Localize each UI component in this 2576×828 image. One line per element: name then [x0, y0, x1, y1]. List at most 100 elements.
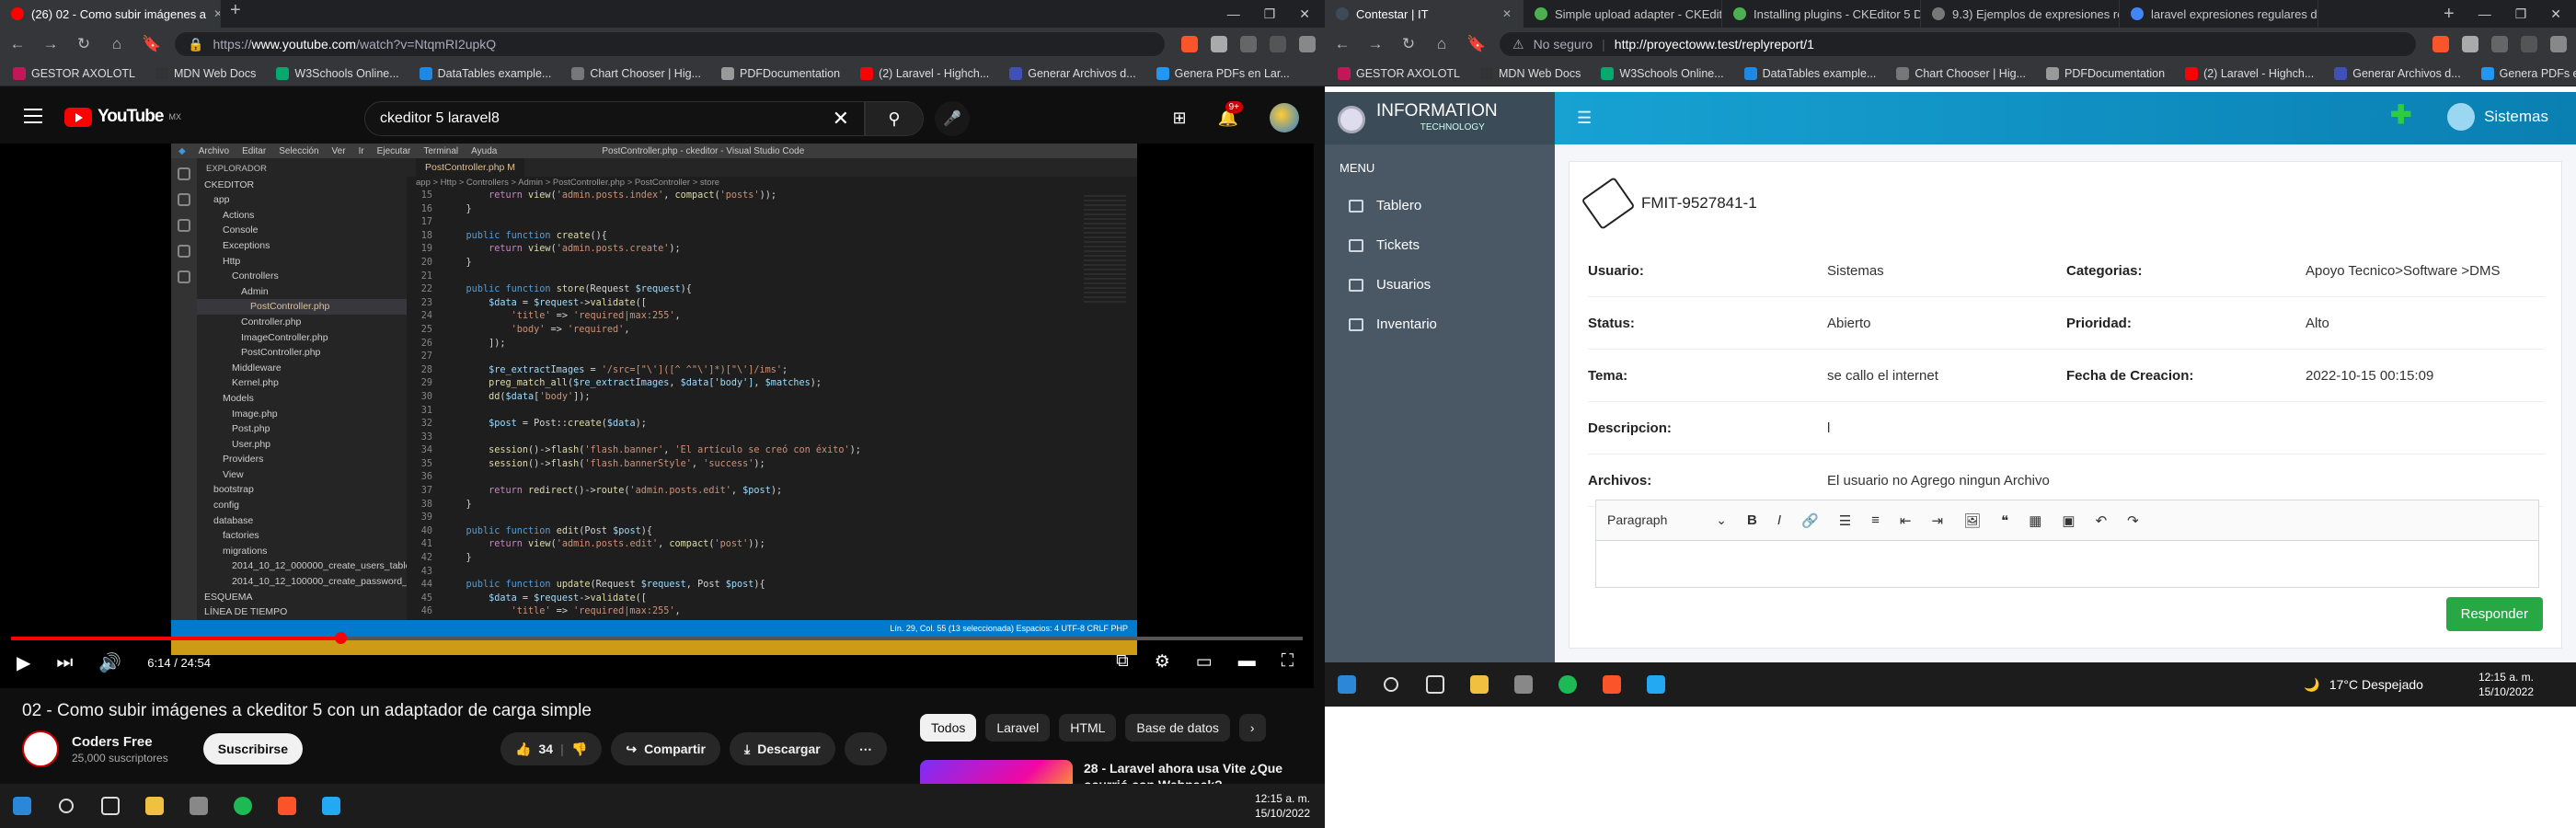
bookmark-item[interactable]: Chart Chooser | Hig... — [571, 66, 701, 80]
bookmark-item[interactable]: MDN Web Docs — [155, 66, 256, 80]
redo-icon[interactable]: ↷ — [2127, 512, 2139, 529]
back-icon[interactable]: ← — [1334, 35, 1351, 53]
spotify-icon[interactable] — [221, 784, 265, 828]
volume-icon[interactable]: 🔊 — [98, 651, 121, 674]
bold-icon[interactable]: B — [1747, 512, 1757, 528]
italic-icon[interactable]: I — [1777, 512, 1781, 528]
menu-icon[interactable] — [2550, 36, 2567, 52]
filter-chip[interactable]: HTML — [1059, 714, 1117, 742]
new-tab-button[interactable]: + — [2434, 4, 2464, 25]
minimize-icon[interactable]: — — [1227, 6, 1240, 22]
bookmark-item[interactable]: GESTOR AXOLOTL — [1338, 66, 1460, 80]
bookmark-item[interactable]: DataTables example... — [419, 66, 551, 80]
bookmark-item[interactable]: PDFDocumentation — [2045, 66, 2165, 80]
notifications-bell-icon[interactable]: 🔔 9+ — [1218, 100, 1243, 128]
sidebar-item-tickets[interactable]: Tickets — [1325, 225, 1555, 265]
url-field[interactable]: ⚠ No seguro | http://proyectoww.test/rep… — [1500, 32, 2416, 56]
next-icon[interactable]: ⏭ — [56, 652, 73, 673]
settings-app-icon[interactable] — [177, 784, 221, 828]
browser-tab[interactable]: laravel expresiones regulares de p✕ — [2120, 0, 2318, 28]
hamburger-menu-icon[interactable]: ☰ — [1577, 109, 1592, 128]
taskbar-clock[interactable]: 12:15 a. m. 15/10/2022 — [2478, 670, 2576, 699]
theater-icon[interactable]: ▬ — [1238, 651, 1256, 673]
settings-app-icon[interactable] — [1501, 662, 1546, 707]
fullscreen-icon[interactable]: ⛶ — [1282, 651, 1294, 673]
indent-icon[interactable]: ⇥ — [1932, 512, 1944, 529]
close-window-icon[interactable]: ✕ — [2550, 6, 2561, 22]
bookmark-icon[interactable]: 🔖 — [142, 35, 161, 53]
browser-tab[interactable]: Contestar | IT ✕ — [1325, 0, 1524, 28]
avatar[interactable] — [1270, 103, 1299, 132]
vscode-icon[interactable] — [1634, 662, 1678, 707]
brave-shield-icon[interactable] — [2432, 36, 2449, 52]
home-icon[interactable]: ⌂ — [109, 35, 125, 53]
task-view-icon[interactable] — [1413, 662, 1457, 707]
sidebar-item-inventario[interactable]: Inventario — [1325, 305, 1555, 344]
sidebar-icon[interactable] — [1240, 36, 1257, 52]
bookmark-item[interactable]: Genera PDFs en Lar... — [2480, 66, 2576, 80]
close-tab-icon[interactable]: ✕ — [1502, 7, 1512, 20]
link-icon[interactable]: 🔗 — [1801, 512, 1819, 529]
reload-icon[interactable]: ↻ — [1400, 35, 1417, 53]
wallet-icon[interactable] — [2521, 36, 2537, 52]
menu-icon[interactable] — [24, 109, 42, 123]
undo-icon[interactable]: ↶ — [2096, 512, 2108, 529]
create-video-icon[interactable]: ⊞ — [1172, 109, 1186, 128]
reload-icon[interactable]: ↻ — [75, 35, 92, 53]
settings-gear-icon[interactable]: ⚙ — [1155, 651, 1170, 673]
extensions-icon[interactable] — [2462, 36, 2478, 52]
search-icon[interactable] — [1369, 662, 1413, 707]
app-brand[interactable]: INFORMATION TECHNOLOGY — [1338, 101, 1568, 138]
bookmark-item[interactable]: DataTables example... — [1743, 66, 1876, 80]
windows-start-icon[interactable] — [0, 784, 44, 828]
bookmark-item[interactable]: W3Schools Online... — [276, 66, 399, 80]
vscode-icon[interactable] — [309, 784, 353, 828]
tab-youtube[interactable]: (26) 02 - Como subir imágenes a ✕ — [0, 0, 221, 28]
video-player[interactable]: ◆ Archivo Editar Selección Ver Ir Ejecutar Ter… — [0, 144, 1314, 688]
bookmark-item[interactable]: (2) Laravel - Highch... — [860, 66, 989, 80]
menu-icon[interactable] — [1299, 36, 1316, 52]
file-explorer-icon[interactable] — [1457, 662, 1501, 707]
brave-icon[interactable] — [265, 784, 309, 828]
channel-name[interactable]: Coders Free — [72, 734, 168, 750]
filter-chip[interactable]: Laravel — [985, 714, 1051, 742]
close-tab-icon[interactable]: ✕ — [213, 7, 220, 20]
bookmark-item[interactable]: Chart Chooser | Hig... — [1896, 66, 2026, 80]
progress-bar[interactable] — [11, 632, 1303, 644]
bookmark-item[interactable]: Generar Archivos d... — [1009, 66, 1136, 80]
share-button[interactable]: ↪ Compartir — [611, 732, 721, 765]
chevron-right-icon[interactable]: › — [1238, 714, 1266, 742]
extensions-icon[interactable] — [1211, 36, 1227, 52]
url-field[interactable]: 🔒 https://www.youtube.com/watch?v=NtqmRI… — [175, 32, 1165, 56]
image-icon[interactable]: 🖼 — [1963, 512, 1981, 529]
play-icon[interactable]: ▶ — [17, 651, 30, 674]
filter-chip[interactable]: Base de datos — [1125, 714, 1230, 742]
search-button[interactable]: ⚲ — [865, 101, 924, 136]
download-button[interactable]: ⤓ Descargar — [730, 732, 835, 765]
browser-tab[interactable]: 9.3) Ejemplos de expresiones regu✕ — [1921, 0, 2120, 28]
search-icon[interactable] — [44, 784, 88, 828]
sidebar-icon[interactable] — [2491, 36, 2508, 52]
back-icon[interactable]: ← — [9, 35, 26, 53]
windows-start-icon[interactable] — [1325, 662, 1369, 707]
bookmark-item[interactable]: W3Schools Online... — [1601, 66, 1724, 80]
youtube-logo[interactable]: YouTube MX — [64, 107, 181, 127]
weather-widget[interactable]: 🌙 17°C Despejado — [2304, 677, 2478, 693]
sidebar-item-tablero[interactable]: Tablero — [1325, 186, 1555, 225]
add-ticket-icon[interactable]: ✚ — [2390, 102, 2411, 128]
bookmark-item[interactable]: Genera PDFs en Lar... — [1156, 66, 1290, 80]
maximize-icon[interactable]: ❐ — [2515, 6, 2527, 22]
table-icon[interactable]: ▦ — [2029, 512, 2041, 529]
taskbar-clock[interactable]: 12:15 a. m. 15/10/2022 — [1255, 791, 1325, 821]
spotify-icon[interactable] — [1546, 662, 1590, 707]
bookmark-item[interactable]: Generar Archivos d... — [2334, 66, 2461, 80]
like-button[interactable]: 👍 34 | 👎 — [500, 732, 603, 765]
task-view-icon[interactable] — [88, 784, 132, 828]
close-window-icon[interactable]: ✕ — [1299, 6, 1310, 22]
bookmark-icon[interactable]: 🔖 — [1466, 35, 1486, 53]
forward-icon[interactable]: → — [42, 35, 59, 53]
more-actions-button[interactable]: ⋯ — [844, 732, 887, 765]
wallet-icon[interactable] — [1270, 36, 1286, 52]
miniplayer-icon[interactable]: ▭ — [1196, 651, 1213, 673]
clear-search-icon[interactable]: ✕ — [833, 107, 849, 131]
